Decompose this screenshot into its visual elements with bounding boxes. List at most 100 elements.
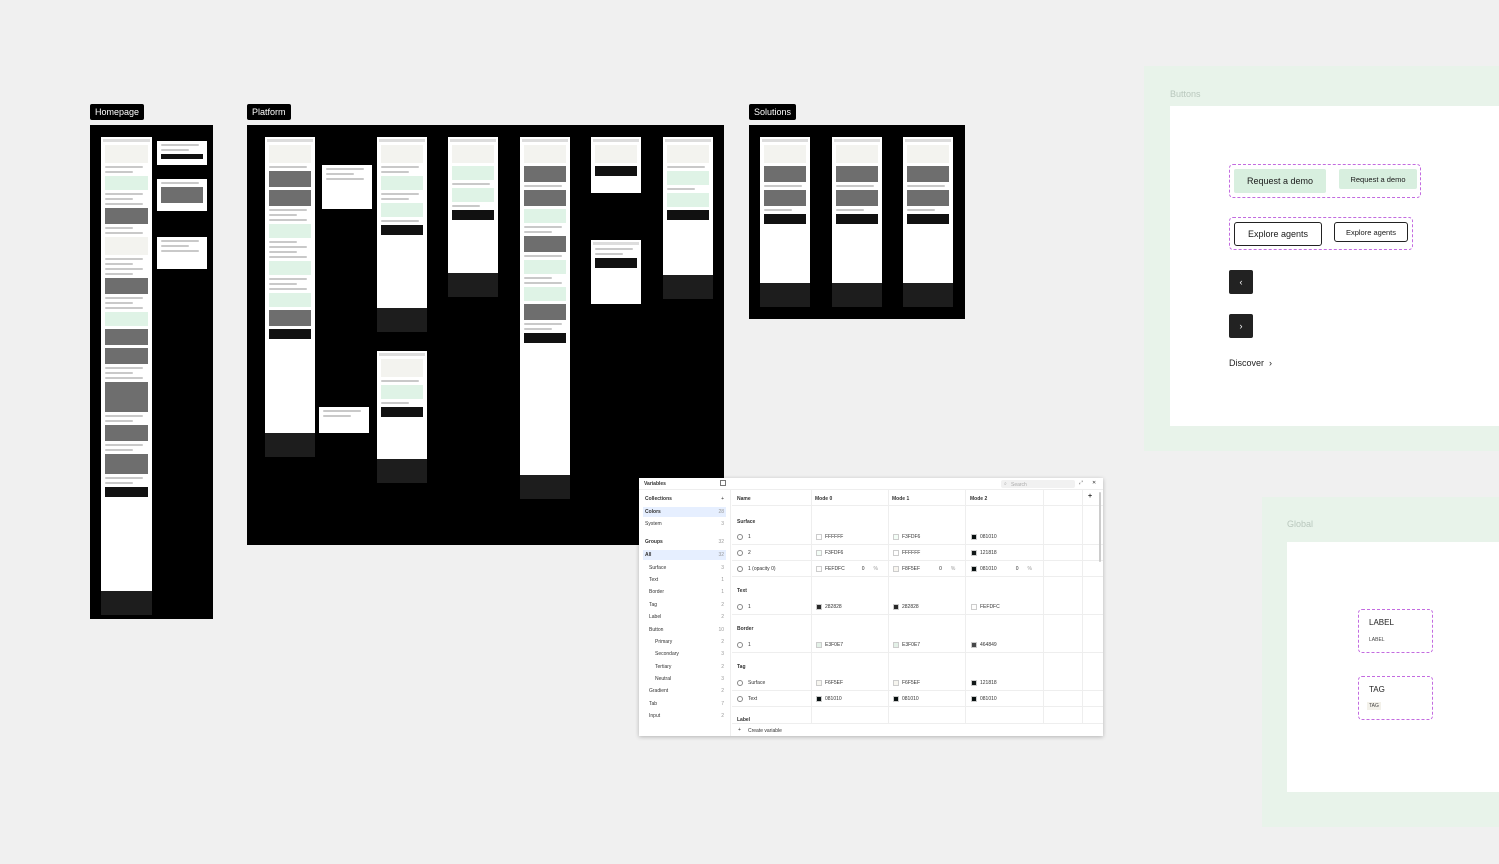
color-swatch[interactable] bbox=[816, 534, 822, 540]
group-item[interactable]: Gradient 2 bbox=[647, 686, 726, 696]
group-item[interactable]: Text 1 bbox=[647, 575, 726, 585]
platform-page-6[interactable] bbox=[591, 137, 641, 193]
platform-component-1[interactable] bbox=[322, 165, 372, 209]
group-item[interactable]: Button 10 bbox=[647, 625, 726, 635]
platform-page-1[interactable] bbox=[265, 137, 315, 457]
variable-value[interactable]: FEFDFC bbox=[980, 604, 1000, 610]
color-swatch[interactable] bbox=[893, 680, 899, 686]
variables-panel[interactable]: Variables ⌕ Search ⤢ ✕ Collections + Colo… bbox=[639, 478, 1103, 736]
close-icon[interactable]: ✕ bbox=[1092, 480, 1096, 486]
group-item[interactable]: Tab 7 bbox=[647, 699, 726, 709]
opacity-value[interactable]: 0 bbox=[939, 566, 942, 572]
platform-page-5[interactable] bbox=[520, 137, 570, 499]
color-swatch[interactable] bbox=[893, 534, 899, 540]
color-swatch[interactable] bbox=[971, 534, 977, 540]
group-item[interactable]: All 32 bbox=[643, 550, 726, 560]
group-item[interactable]: Input 2 bbox=[647, 711, 726, 721]
platform-page-8[interactable] bbox=[663, 137, 713, 299]
color-swatch[interactable] bbox=[971, 696, 977, 702]
add-collection-icon[interactable]: + bbox=[721, 496, 724, 502]
variable-value[interactable]: FEFDFC bbox=[825, 566, 845, 572]
solutions-page-1[interactable] bbox=[760, 137, 810, 307]
collection-item[interactable]: System 3 bbox=[643, 519, 726, 529]
variable-row[interactable]: 2 F3FDF6 FFFFFF 121818 bbox=[732, 545, 1103, 561]
color-swatch[interactable] bbox=[816, 642, 822, 648]
column-mode-2[interactable]: Mode 2 bbox=[970, 496, 987, 502]
variable-name[interactable]: 2 bbox=[748, 550, 751, 556]
variable-name[interactable]: 1 bbox=[748, 604, 751, 610]
variable-value[interactable]: F6F5EF bbox=[902, 680, 920, 686]
variable-value[interactable]: 282828 bbox=[825, 604, 842, 610]
group-item[interactable]: Primary 2 bbox=[653, 637, 726, 647]
color-swatch[interactable] bbox=[971, 680, 977, 686]
explore-agents-button-small[interactable]: Explore agents bbox=[1334, 222, 1408, 242]
variable-value[interactable]: FFFFFF bbox=[825, 534, 843, 540]
solutions-page-3[interactable] bbox=[903, 137, 953, 307]
search-input[interactable]: ⌕ Search bbox=[1001, 480, 1075, 488]
variable-value[interactable]: 464849 bbox=[980, 642, 997, 648]
column-mode-0[interactable]: Mode 0 bbox=[815, 496, 832, 502]
group-item[interactable]: Tag 2 bbox=[647, 600, 726, 610]
label-variants[interactable] bbox=[1358, 609, 1433, 653]
variable-value[interactable]: 081010 bbox=[902, 696, 919, 702]
create-variable-button[interactable]: + Create variable bbox=[732, 723, 1103, 736]
variable-value[interactable]: F3FDF6 bbox=[902, 534, 920, 540]
color-swatch[interactable] bbox=[816, 604, 822, 610]
color-swatch[interactable] bbox=[893, 550, 899, 556]
solutions-page-2[interactable] bbox=[832, 137, 882, 307]
frame-label-homepage[interactable]: Homepage bbox=[90, 104, 145, 120]
color-swatch[interactable] bbox=[893, 566, 899, 572]
platform-page-2[interactable] bbox=[377, 137, 427, 332]
variable-row[interactable]: 1 FFFFFF F3FDF6 081010 bbox=[732, 529, 1103, 545]
platform-page-3[interactable] bbox=[377, 351, 427, 483]
platform-page-7[interactable] bbox=[591, 240, 641, 304]
color-swatch[interactable] bbox=[971, 604, 977, 610]
group-item[interactable]: Secondary 3 bbox=[653, 649, 726, 659]
expand-icon[interactable]: ⤢ bbox=[1079, 480, 1083, 486]
color-swatch[interactable] bbox=[816, 680, 822, 686]
color-swatch[interactable] bbox=[893, 696, 899, 702]
variable-row[interactable]: Surface F6F5EF F6F5EF 121818 bbox=[732, 675, 1103, 691]
frame-label-platform[interactable]: Platform bbox=[247, 104, 291, 120]
variable-value[interactable]: FFFFFF bbox=[902, 550, 920, 556]
add-mode-icon[interactable]: + bbox=[1088, 493, 1092, 500]
group-item[interactable]: Surface 3 bbox=[647, 563, 726, 573]
variable-name[interactable]: Surface bbox=[748, 680, 765, 686]
variable-row[interactable]: Text 081010 081010 081010 bbox=[732, 691, 1103, 707]
variable-name[interactable]: 1 bbox=[748, 642, 751, 648]
variable-value[interactable]: 282828 bbox=[902, 604, 919, 610]
group-item[interactable]: Tertiary 2 bbox=[653, 662, 726, 672]
variable-value[interactable]: 121818 bbox=[980, 550, 997, 556]
color-swatch[interactable] bbox=[971, 642, 977, 648]
discover-link[interactable]: Discover › bbox=[1229, 358, 1272, 368]
variable-name[interactable]: 1 (opacity 0) bbox=[748, 566, 776, 572]
solutions-frame[interactable] bbox=[749, 125, 965, 319]
group-item[interactable]: Border 1 bbox=[647, 587, 726, 597]
variable-name[interactable]: Text bbox=[748, 696, 757, 702]
scrollbar[interactable] bbox=[1099, 492, 1101, 562]
tag-variants[interactable] bbox=[1358, 676, 1433, 720]
variable-row[interactable]: 1 (opacity 0) FEFDFC 0% F8F5EF 0% 081010 0% bbox=[732, 561, 1103, 577]
color-swatch[interactable] bbox=[816, 696, 822, 702]
homepage-component-3[interactable] bbox=[157, 237, 207, 269]
color-swatch[interactable] bbox=[971, 566, 977, 572]
variable-value[interactable]: E3F0E7 bbox=[825, 642, 843, 648]
color-swatch[interactable] bbox=[893, 604, 899, 610]
variable-value[interactable]: 121818 bbox=[980, 680, 997, 686]
homepage-component-2[interactable] bbox=[157, 179, 207, 211]
collection-item[interactable]: Colors 28 bbox=[643, 507, 726, 517]
variable-value[interactable]: F8F5EF bbox=[902, 566, 920, 572]
platform-page-4[interactable] bbox=[448, 137, 498, 297]
homepage-frame[interactable] bbox=[90, 125, 213, 619]
platform-component-2[interactable] bbox=[319, 407, 369, 433]
color-swatch[interactable] bbox=[971, 550, 977, 556]
variable-row[interactable]: 1 E3F0E7 E3F0E7 464849 bbox=[732, 637, 1103, 653]
variable-value[interactable]: 081010 bbox=[980, 696, 997, 702]
variable-value[interactable]: 081010 bbox=[825, 696, 842, 702]
sidebar-toggle-icon[interactable] bbox=[720, 480, 726, 486]
variable-row[interactable]: 1 282828 282828 FEFDFC bbox=[732, 599, 1103, 615]
variable-value[interactable]: F3FDF6 bbox=[825, 550, 843, 556]
color-swatch[interactable] bbox=[816, 550, 822, 556]
request-demo-button-large[interactable]: Request a demo bbox=[1234, 169, 1326, 193]
group-item[interactable]: Label 2 bbox=[647, 612, 726, 622]
